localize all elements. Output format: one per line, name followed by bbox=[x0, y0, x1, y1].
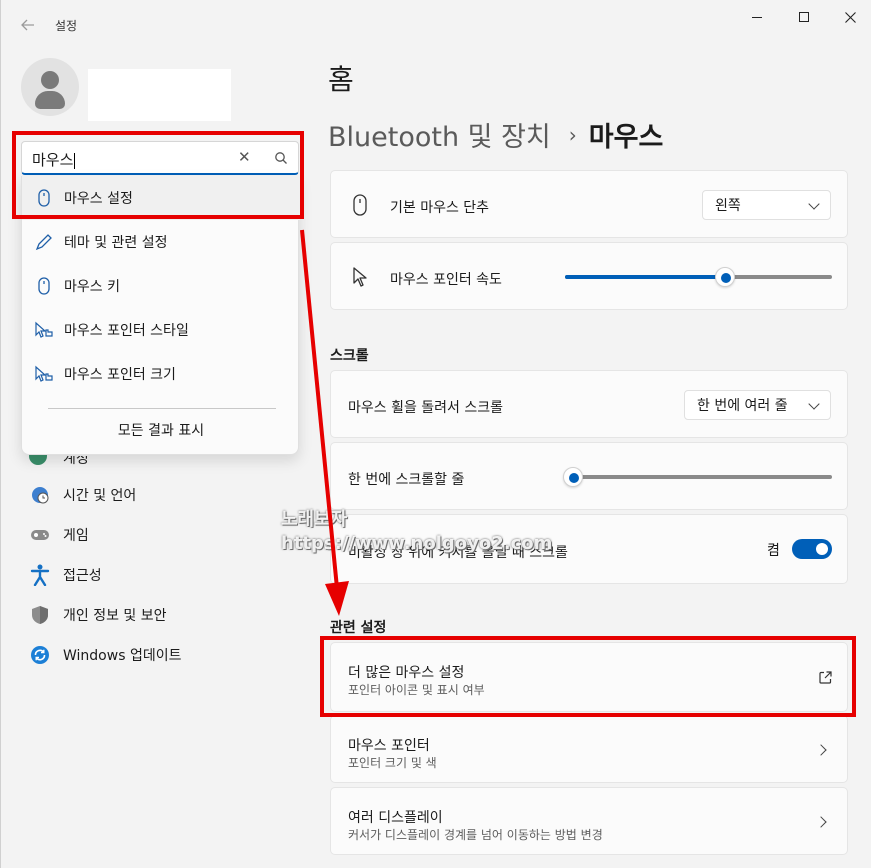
slider-fill bbox=[565, 275, 726, 279]
chevron-down-icon bbox=[808, 198, 820, 210]
mouse-icon bbox=[34, 276, 54, 296]
related-section-title: 관련 설정 bbox=[330, 620, 387, 636]
related-title: 여러 디스플레이 bbox=[348, 810, 443, 826]
mouse-icon bbox=[349, 194, 371, 216]
pointer-speed-slider[interactable] bbox=[565, 267, 832, 287]
accessibility-icon bbox=[29, 564, 51, 586]
divider bbox=[48, 408, 276, 409]
wheel-scroll-select[interactable]: 한 번에 여러 줄 bbox=[684, 390, 831, 420]
pointer-hand-icon bbox=[34, 320, 54, 340]
wheel-scroll-label: 마우스 휠을 돌려서 스크롤 bbox=[348, 400, 504, 416]
search-result-mouse-keys[interactable]: 마우스 키 bbox=[22, 264, 300, 308]
sidebar-item-label: 게임 bbox=[63, 528, 89, 544]
search-result-label: 마우스 키 bbox=[64, 279, 120, 295]
slider-thumb[interactable] bbox=[563, 467, 584, 487]
close-icon bbox=[844, 11, 856, 23]
search-result-pointer-style[interactable]: 마우스 포인터 스타일 bbox=[22, 308, 300, 352]
toggle-knob bbox=[816, 543, 828, 555]
sidebar-item-label: 개인 정보 및 보안 bbox=[63, 608, 167, 624]
search-result-label: 테마 및 관련 설정 bbox=[64, 235, 168, 251]
lines-per-scroll-slider[interactable] bbox=[563, 467, 832, 487]
related-subtitle: 커서가 디스플레이 경계를 넘어 이동하는 방법 변경 bbox=[348, 828, 603, 842]
wheel-scroll-value: 한 번에 여러 줄 bbox=[697, 398, 788, 414]
breadcrumb-separator: › bbox=[568, 122, 577, 147]
avatar-head bbox=[41, 71, 59, 89]
pen-icon bbox=[34, 232, 54, 252]
arrow-left-icon bbox=[21, 19, 34, 31]
settings-window: 설정 계정 시간 및 언어 게임 접근성 개인 정보 및 보안 Windows … bbox=[0, 0, 871, 868]
avatar-body bbox=[35, 91, 65, 109]
close-button[interactable] bbox=[827, 0, 871, 34]
pointer-speed-card: 마우스 포인터 속도 bbox=[330, 242, 848, 310]
search-result-label: 마우스 포인터 스타일 bbox=[64, 323, 189, 339]
mouse-pointer-card[interactable]: 마우스 포인터 포인터 크기 및 색 bbox=[330, 715, 848, 783]
sidebar-item-privacy-security[interactable]: 개인 정보 및 보안 bbox=[21, 597, 301, 633]
minimize-icon bbox=[752, 16, 762, 18]
slider-thumb[interactable] bbox=[715, 267, 736, 287]
wheel-scroll-card: 마우스 휠을 돌려서 스크롤 한 번에 여러 줄 bbox=[330, 370, 848, 438]
shield-icon bbox=[29, 604, 51, 626]
breadcrumb: Bluetooth 및 장치 › 마우스 bbox=[328, 115, 663, 154]
lines-per-scroll-card: 한 번에 스크롤할 줄 bbox=[330, 442, 848, 510]
sidebar-item-label: Windows 업데이트 bbox=[63, 648, 182, 664]
show-all-results-link[interactable]: 모든 결과 표시 bbox=[22, 420, 300, 440]
maximize-icon bbox=[799, 12, 809, 22]
page-title: 마우스 bbox=[588, 122, 664, 153]
sidebar-item-label: 시간 및 언어 bbox=[63, 488, 137, 504]
lines-per-scroll-label: 한 번에 스크롤할 줄 bbox=[348, 472, 465, 488]
user-name-redacted bbox=[88, 69, 231, 121]
annotation-box-search bbox=[12, 131, 304, 219]
sidebar-item-time-language[interactable]: 시간 및 언어 bbox=[21, 477, 301, 513]
app-title: 설정 bbox=[55, 19, 78, 33]
inactive-scroll-toggle[interactable] bbox=[792, 539, 832, 559]
search-result-label: 마우스 포인터 크기 bbox=[64, 367, 176, 383]
avatar[interactable] bbox=[21, 58, 79, 116]
search-result-pointer-size[interactable]: 마우스 포인터 크기 bbox=[22, 352, 300, 396]
search-result-theme[interactable]: 테마 및 관련 설정 bbox=[22, 220, 300, 264]
sidebar-item-accessibility[interactable]: 접근성 bbox=[21, 557, 301, 593]
minimize-button[interactable] bbox=[734, 0, 780, 34]
primary-button-value: 왼쪽 bbox=[715, 198, 741, 214]
multiple-displays-card[interactable]: 여러 디스플레이 커서가 디스플레이 경계를 넘어 이동하는 방법 변경 bbox=[330, 787, 848, 855]
sidebar-item-gaming[interactable]: 게임 bbox=[21, 517, 301, 553]
annotation-arrow bbox=[300, 229, 349, 616]
toggle-state-text: 켬 bbox=[767, 543, 780, 559]
page-home-title: 홈 bbox=[328, 63, 354, 96]
sidebar-item-label: 접근성 bbox=[63, 568, 102, 584]
sidebar-item-windows-update[interactable]: Windows 업데이트 bbox=[21, 637, 301, 673]
back-button[interactable] bbox=[15, 12, 41, 38]
annotation-box-more-settings bbox=[320, 636, 856, 717]
update-icon bbox=[29, 644, 51, 666]
primary-button-label: 기본 마우스 단추 bbox=[390, 200, 490, 216]
related-title: 마우스 포인터 bbox=[348, 738, 430, 754]
breadcrumb-parent[interactable]: Bluetooth 및 장치 bbox=[328, 115, 551, 154]
pointer-hand-icon bbox=[34, 364, 54, 384]
title-bar: 설정 bbox=[1, 0, 871, 48]
chevron-down-icon bbox=[808, 398, 820, 410]
chevron-right-icon bbox=[815, 816, 827, 828]
maximize-button[interactable] bbox=[781, 0, 827, 34]
related-subtitle: 포인터 크기 및 색 bbox=[348, 756, 437, 770]
pointer-speed-label: 마우스 포인터 속도 bbox=[390, 272, 502, 288]
globe-clock-icon bbox=[29, 484, 51, 506]
gamepad-icon bbox=[29, 524, 51, 546]
chevron-right-icon bbox=[815, 744, 827, 756]
primary-button-select[interactable]: 왼쪽 bbox=[702, 190, 831, 220]
primary-button-card: 기본 마우스 단추 왼쪽 bbox=[330, 170, 848, 238]
